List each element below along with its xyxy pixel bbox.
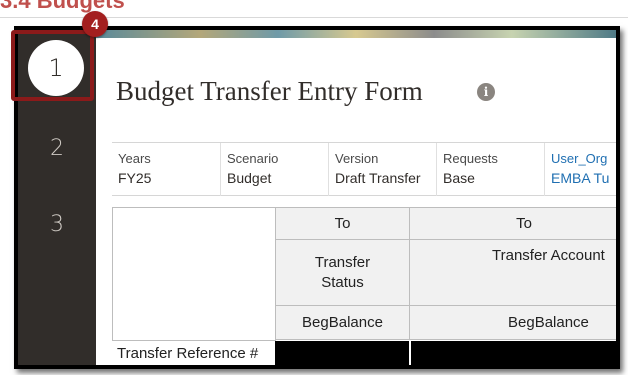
callout-highlight <box>11 30 94 101</box>
col-header-direction: To <box>275 207 410 240</box>
pov-value: FY25 <box>118 170 152 186</box>
pov-value: Base <box>443 170 475 186</box>
pov-value: Draft Transfer <box>335 170 421 186</box>
pov-version[interactable]: Version Draft Transfer <box>328 143 436 196</box>
page-heading: 3.4 Budgets <box>0 0 125 13</box>
header-banner <box>96 30 616 38</box>
col-header-transfer-account: Transfer Account <box>409 239 616 306</box>
pov-value: EMBA Tu <box>551 170 610 186</box>
sidebar-item-3[interactable]: 3 <box>18 212 96 237</box>
screenshot-frame: 1 2 3 Budget Transfer Entry Form i Years… <box>14 26 620 369</box>
sidebar-item-label: 3 <box>50 212 64 237</box>
sidebar-item-2[interactable]: 2 <box>18 136 96 161</box>
pov-bar: Years FY25 Scenario Budget Version Draft… <box>112 142 616 196</box>
pov-requests[interactable]: Requests Base <box>436 143 544 196</box>
pov-scenario[interactable]: Scenario Budget <box>220 143 328 196</box>
pov-label: User_Org <box>551 151 608 166</box>
form-panel: Budget Transfer Entry Form i Years FY25 … <box>96 30 616 365</box>
pov-label: Requests <box>443 151 498 166</box>
pov-label: Version <box>335 151 379 166</box>
info-icon[interactable]: i <box>477 83 495 101</box>
sidebar-item-label: 2 <box>50 136 64 161</box>
pov-label: Scenario <box>227 151 279 166</box>
col-header-period: BegBalance <box>275 305 410 340</box>
page-title: Budget Transfer Entry Form <box>116 76 423 106</box>
pov-value: Budget <box>227 170 272 186</box>
col-header-direction: To <box>409 207 616 240</box>
data-grid: To To Transfer Status Transfer Account B… <box>112 207 616 365</box>
callout-number-badge: 4 <box>82 11 108 37</box>
col-header-transfer-status: Transfer Status <box>275 239 410 306</box>
col-header-period: BegBalance <box>409 305 616 340</box>
grid-data-row[interactable] <box>275 341 616 365</box>
pov-label: Years <box>118 151 151 166</box>
pov-years[interactable]: Years FY25 <box>112 143 220 196</box>
row-header-transfer-reference: Transfer Reference # <box>117 345 259 362</box>
grid-corner-cell <box>112 207 276 341</box>
grid-cell-divider <box>409 341 411 365</box>
pov-user-org[interactable]: User_Org EMBA Tu <box>544 143 616 196</box>
